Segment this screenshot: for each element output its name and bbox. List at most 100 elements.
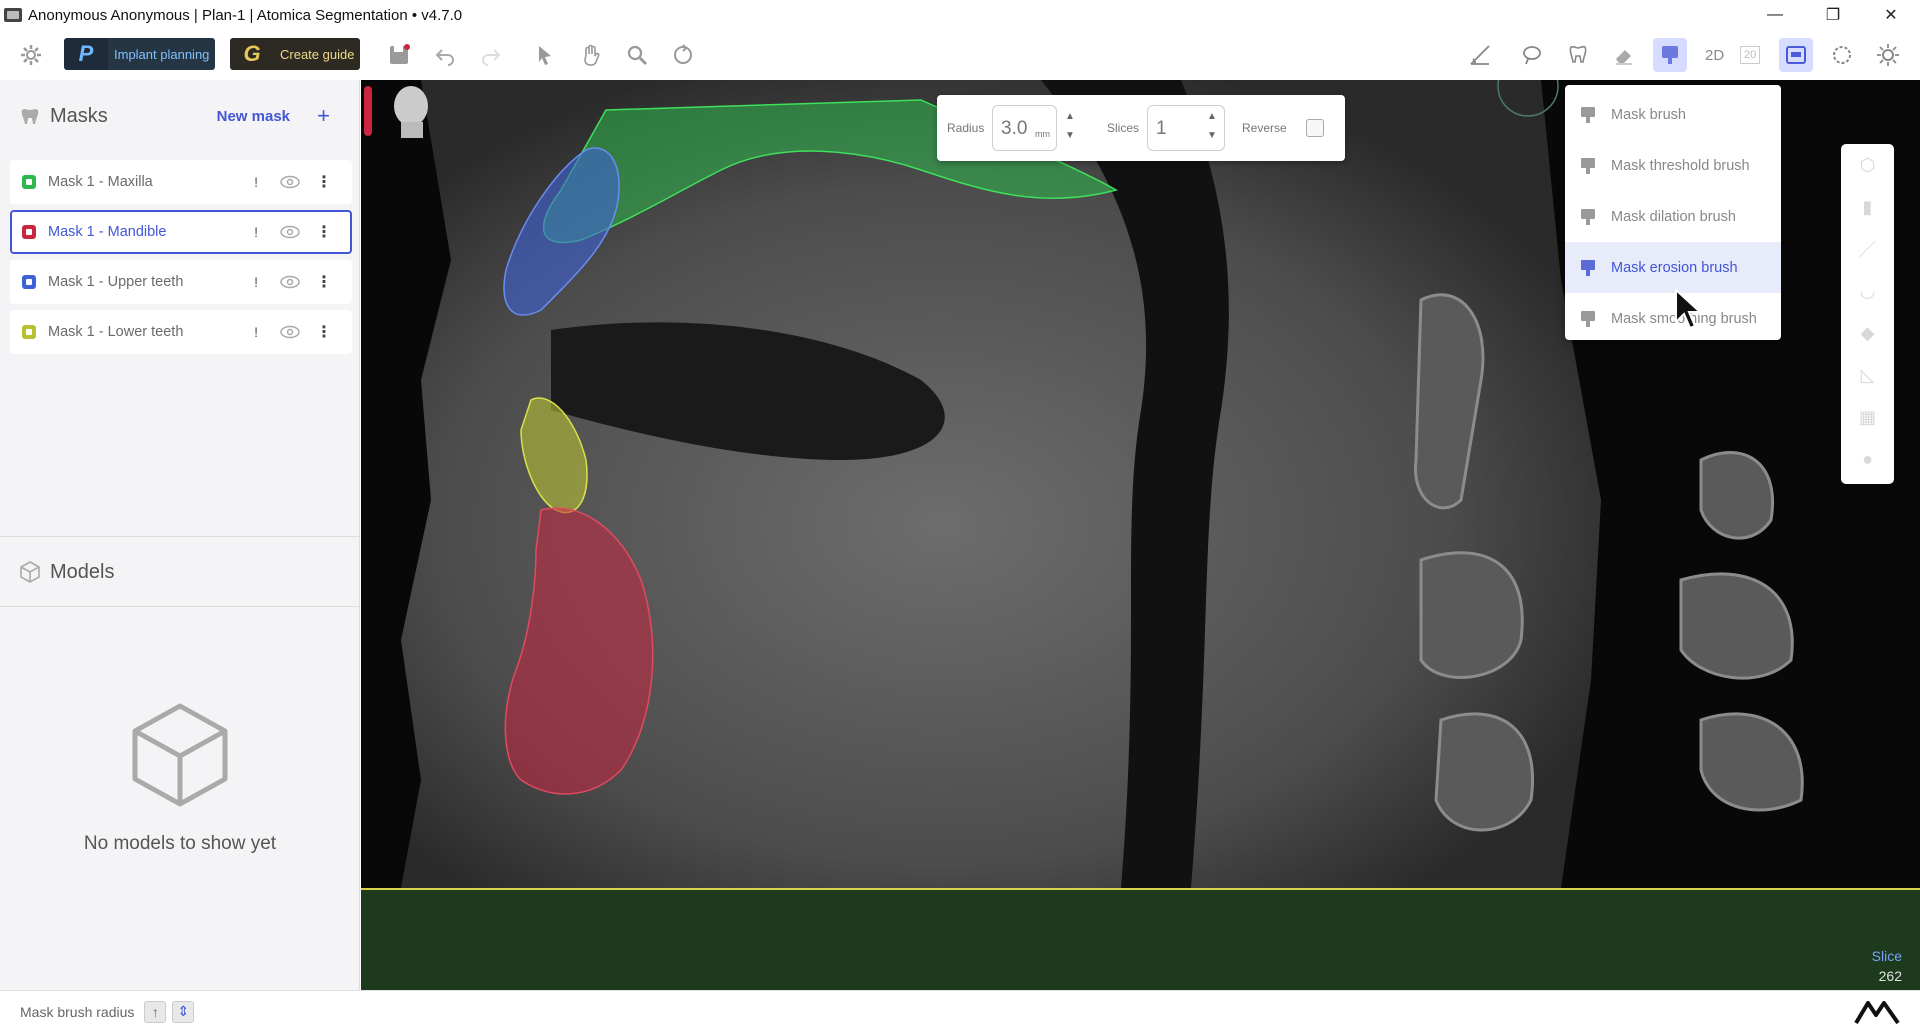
mask-label: Mask 1 - Maxilla — [48, 174, 153, 190]
more-options-icon[interactable]: ⋮ — [316, 172, 332, 192]
reverse-checkbox[interactable] — [1306, 119, 1324, 137]
pen-icon[interactable]: ／ — [1841, 228, 1894, 270]
radius-stepper[interactable]: ▲ ▼ — [1063, 107, 1077, 145]
ruler-icon[interactable]: ◺ — [1841, 354, 1894, 396]
view-20-toggle[interactable]: 20 — [1740, 46, 1761, 64]
implant-icon[interactable]: ▮ — [1841, 186, 1894, 228]
view-2d-toggle[interactable]: 2D — [1705, 38, 1724, 72]
minimize-button[interactable]: — — [1746, 0, 1804, 30]
warning-icon: ! — [254, 174, 258, 190]
reset-view-icon[interactable] — [666, 38, 700, 72]
mask-item-upper-teeth[interactable]: Mask 1 - Upper teeth ! ⋮ — [10, 260, 352, 304]
menu-item-mask-smoothing-brush[interactable]: Mask smoothing brush — [1565, 293, 1781, 344]
mask-item-maxilla[interactable]: Mask 1 - Maxilla ! ⋮ — [10, 160, 352, 204]
models-header: Models — [0, 536, 360, 608]
side-tool-column: ⬡ ▮ ／ ◡ ◆ ◺ ▦ ● — [1841, 144, 1894, 484]
zoom-icon[interactable] — [620, 38, 654, 72]
mask-list: Mask 1 - Maxilla ! ⋮ Mask 1 - Mandible !… — [10, 160, 352, 360]
slices-value: 1 — [1156, 118, 1167, 139]
visibility-eye-icon[interactable] — [280, 175, 300, 189]
window-title: Anonymous Anonymous | Plan-1 | Atomica S… — [28, 6, 463, 24]
radius-unit: mm — [1035, 129, 1050, 139]
layout-icon[interactable] — [1779, 38, 1813, 72]
mask-color-swatch — [22, 275, 36, 289]
circle-select-icon[interactable] — [1825, 38, 1859, 72]
implant-planning-logo: P — [64, 38, 108, 70]
implant-planning-button[interactable]: P Implant planning — [64, 38, 216, 70]
warning-icon: ! — [254, 224, 258, 240]
head-orientation-icon[interactable] — [394, 86, 428, 138]
grid-icon[interactable]: ▦ — [1841, 396, 1894, 438]
tooth-icon[interactable]: ◆ — [1841, 312, 1894, 354]
visibility-eye-icon[interactable] — [280, 325, 300, 339]
status-hint: Mask brush radius — [20, 1003, 135, 1020]
menu-item-label: Mask dilation brush — [1611, 208, 1736, 225]
new-mask-button[interactable]: New mask — [217, 108, 290, 125]
dilation-brush-icon — [1581, 208, 1595, 225]
more-options-icon[interactable]: ⋮ — [316, 272, 332, 292]
settings-gear-icon[interactable] — [14, 38, 48, 72]
models-empty-state: No models to show yet — [0, 700, 360, 855]
create-guide-logo: G — [230, 38, 274, 70]
reverse-label: Reverse — [1242, 121, 1287, 135]
slice-strip[interactable]: Slice 262 — [361, 888, 1920, 990]
measure-angle-icon[interactable] — [1463, 38, 1497, 72]
smoothing-brush-icon — [1581, 310, 1595, 327]
left-panel: Masks New mask + Mask 1 - Maxilla ! ⋮ Ma… — [0, 80, 360, 990]
models-cube-icon — [20, 561, 40, 583]
undo-icon[interactable] — [428, 38, 462, 72]
radius-input[interactable]: 3.0 — [992, 105, 1057, 151]
select-pointer-icon[interactable] — [528, 38, 562, 72]
pan-hand-icon[interactable] — [574, 38, 608, 72]
masks-tooth-icon — [21, 109, 39, 124]
menu-item-mask-dilation-brush[interactable]: Mask dilation brush — [1565, 191, 1781, 242]
slices-stepper[interactable]: ▲ ▼ — [1205, 107, 1219, 145]
eraser-icon[interactable] — [1607, 38, 1641, 72]
cube-icon[interactable]: ⬡ — [1841, 144, 1894, 186]
implant-planning-label: Implant planning — [108, 38, 216, 70]
window-controls: — ❐ ✕ — [1746, 0, 1920, 30]
radius-label: Radius — [947, 121, 985, 135]
redo-icon[interactable] — [474, 38, 508, 72]
brightness-icon[interactable] — [1871, 38, 1905, 72]
key-up-icon: ↑ — [144, 1000, 167, 1023]
visibility-eye-icon[interactable] — [280, 275, 300, 289]
mask-item-lower-teeth[interactable]: Mask 1 - Lower teeth ! ⋮ — [10, 310, 352, 354]
add-mask-icon[interactable]: + — [317, 103, 330, 129]
models-title: Models — [50, 560, 115, 583]
panel-divider — [0, 606, 360, 607]
empty-cube-icon — [132, 703, 228, 807]
create-guide-button[interactable]: G Create guide — [230, 38, 361, 70]
scroll-indicator[interactable] — [364, 86, 372, 136]
curve-icon[interactable]: ◡ — [1841, 270, 1894, 312]
menu-item-mask-threshold-brush[interactable]: Mask threshold brush — [1565, 140, 1781, 191]
brush-icon — [1581, 106, 1595, 123]
key-scroll-icon: ⇕ — [172, 1000, 195, 1023]
tooth-outline-icon[interactable] — [1561, 38, 1595, 72]
mask-color-swatch — [22, 325, 36, 339]
mask-color-swatch — [22, 175, 36, 189]
restore-button[interactable]: ❐ — [1804, 0, 1862, 30]
more-options-icon[interactable]: ⋮ — [316, 322, 332, 342]
mask-brush-tool-icon[interactable] — [1653, 38, 1687, 72]
title-bar: Anonymous Anonymous | Plan-1 | Atomica S… — [0, 0, 1920, 30]
disk-icon[interactable]: ● — [1841, 438, 1894, 480]
erosion-brush-icon — [1581, 259, 1595, 276]
lasso-icon[interactable] — [1515, 38, 1549, 72]
mask-label: Mask 1 - Lower teeth — [48, 324, 184, 340]
brush-options-panel: Radius 3.0 mm ▲ ▼ Slices 1 ▲ ▼ Reverse — [937, 95, 1345, 161]
slice-number: 262 — [1878, 968, 1902, 984]
menu-item-mask-brush[interactable]: Mask brush — [1565, 89, 1781, 140]
mask-color-swatch — [22, 225, 36, 239]
menu-item-label: Mask erosion brush — [1611, 259, 1738, 276]
save-icon[interactable] — [382, 38, 416, 72]
mask-label: Mask 1 - Mandible — [48, 224, 167, 240]
atomica-logo — [1854, 1001, 1900, 1025]
masks-header: Masks New mask + — [0, 80, 360, 152]
close-button[interactable]: ✕ — [1862, 0, 1920, 30]
visibility-eye-icon[interactable] — [280, 225, 300, 239]
status-bar: Mask brush radius ↑ ⇕ — [0, 990, 1920, 1032]
more-options-icon[interactable]: ⋮ — [316, 222, 332, 242]
menu-item-mask-erosion-brush[interactable]: Mask erosion brush — [1565, 242, 1781, 293]
mask-item-mandible[interactable]: Mask 1 - Mandible ! ⋮ — [10, 210, 352, 254]
